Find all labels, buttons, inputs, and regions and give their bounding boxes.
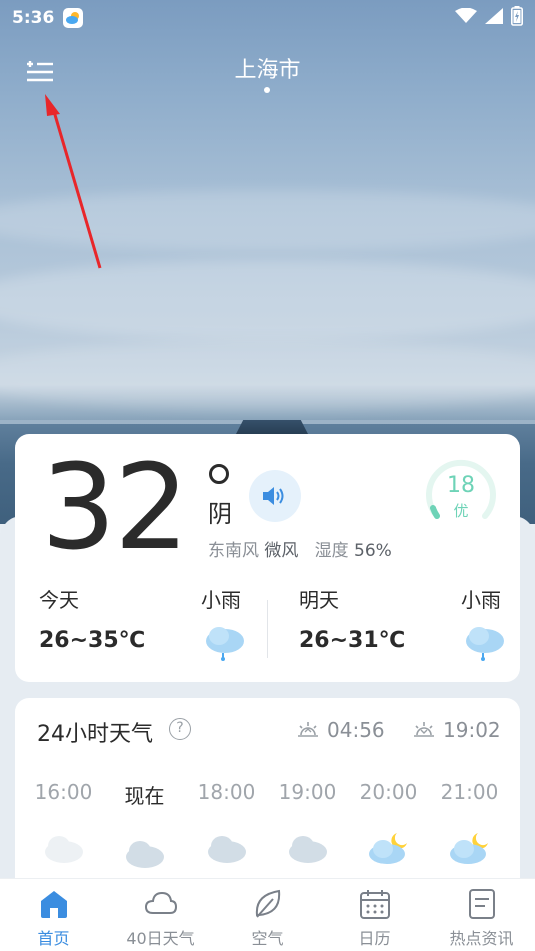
nav-label: 日历: [358, 929, 391, 948]
cloudy-icon: [44, 836, 83, 863]
nav-label: 空气: [251, 929, 284, 948]
degree-symbol: [209, 464, 229, 484]
signal-icon: [485, 8, 503, 28]
sunrise: 04:56: [297, 718, 385, 742]
current-temperature: 32: [41, 438, 189, 576]
news-icon: [468, 889, 495, 919]
cloudy-icon: [125, 841, 164, 868]
hour-label: 19:00: [278, 780, 337, 804]
hour-item[interactable]: 18:00: [186, 780, 267, 866]
hour-label: 16:00: [34, 780, 93, 804]
sunset-icon: [414, 722, 434, 737]
current-weather-card[interactable]: 32 阴 东南风 微风 湿度 56% 18 优 今天 小雨 26~35℃ 明天: [15, 434, 520, 682]
battery-icon: [511, 6, 523, 30]
hourly-weather-card[interactable]: 24小时天气 ? 04:56 19:02 16:00 现在 18:00 19:0…: [15, 698, 520, 898]
nav-item-home[interactable]: 首页: [0, 887, 107, 949]
sunset-time: 19:02: [443, 718, 501, 742]
page-indicator-dot: [264, 87, 270, 93]
wind-level: 微风: [264, 541, 299, 561]
cloudy-icon: [288, 836, 327, 863]
wifi-icon: [455, 7, 477, 28]
tomorrow-forecast[interactable]: 明天 小雨 26~31℃: [299, 584, 509, 664]
humidity-label: 湿度: [314, 541, 349, 561]
nav-item-calendar[interactable]: 日历: [321, 887, 428, 949]
pier: [236, 420, 308, 434]
aqi-label: 优: [453, 502, 469, 520]
help-icon[interactable]: ?: [169, 718, 191, 740]
home-icon: [40, 891, 67, 918]
leaf-icon: [255, 889, 280, 918]
cloudy-night-icon: [368, 833, 407, 864]
current-condition: 阴: [208, 500, 232, 528]
calendar-icon: [359, 890, 390, 919]
today-name: 今天: [39, 588, 79, 612]
wind-direction: 东南风: [208, 541, 259, 561]
today-range: 26~35℃: [39, 628, 146, 653]
hour-label: 现在: [124, 784, 165, 808]
sunset: 19:02: [413, 718, 501, 742]
light-rain-icon: [466, 627, 504, 661]
nav-item-40day[interactable]: 40日天气: [107, 887, 214, 949]
hour-label: 18:00: [197, 780, 256, 804]
weather-app-icon: [63, 8, 84, 28]
wind-humidity-info: 东南风 微风 湿度 56%: [208, 536, 392, 561]
sunrise-time: 04:56: [327, 718, 385, 742]
hourly-title: 24小时天气: [37, 722, 153, 747]
hour-item[interactable]: 21:00: [429, 780, 510, 866]
hour-item[interactable]: 20:00: [348, 780, 429, 866]
today-forecast[interactable]: 今天 小雨 26~35℃: [39, 584, 249, 664]
sunrise-icon: [298, 722, 318, 737]
hour-label: 20:00: [359, 780, 418, 804]
humidity-value: 56%: [354, 541, 392, 561]
speaker-icon: [263, 487, 284, 505]
cloud-icon: [144, 891, 177, 914]
nav-item-news[interactable]: 热点资讯: [428, 887, 535, 949]
today-condition: 小雨: [201, 588, 241, 612]
city-title[interactable]: 上海市: [0, 52, 535, 84]
nav-label: 40日天气: [126, 929, 195, 948]
light-rain-icon: [206, 627, 244, 661]
cloudy-icon: [207, 836, 246, 863]
hour-item[interactable]: 19:00: [267, 780, 348, 866]
hour-item[interactable]: 16:00: [23, 780, 104, 866]
status-time: 5:36: [12, 8, 55, 28]
tomorrow-condition: 小雨: [461, 588, 501, 612]
hour-item-now[interactable]: 现在: [104, 780, 185, 871]
nav-label: 热点资讯: [449, 929, 514, 948]
nav-label: 首页: [37, 929, 70, 948]
nav-item-air[interactable]: 空气: [214, 887, 321, 949]
voice-broadcast-button[interactable]: [249, 470, 301, 522]
bottom-nav: 首页 40日天气 空气 日历 热点资讯: [0, 878, 535, 951]
forecast-divider: [267, 600, 268, 658]
aqi-value: 18: [447, 473, 475, 498]
status-bar: 5:36: [0, 0, 535, 36]
cloudy-night-icon: [449, 833, 488, 864]
tomorrow-name: 明天: [299, 588, 339, 612]
tomorrow-range: 26~31℃: [299, 628, 406, 653]
hour-label: 21:00: [440, 780, 499, 804]
